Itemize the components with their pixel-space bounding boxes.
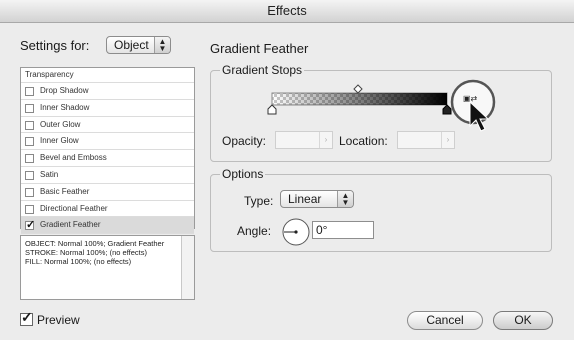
options-title: Options <box>220 167 266 181</box>
effect-checkbox[interactable] <box>25 204 34 214</box>
settings-for-popup[interactable]: Object ▲ ▼ <box>106 36 171 54</box>
effect-row-satin[interactable]: Satin <box>21 167 194 184</box>
effect-row-outer-glow[interactable]: Outer Glow <box>21 117 194 134</box>
summary-line: STROKE: Normal 100%; (no effects) <box>25 248 147 257</box>
effect-row-directional-feather[interactable]: Directional Feather <box>21 201 194 218</box>
type-popup[interactable]: Linear ▲ ▼ <box>280 190 354 208</box>
checkmark-icon: ✓ <box>26 219 36 232</box>
effect-row-drop-shadow[interactable]: Drop Shadow <box>21 83 194 100</box>
location-label: Location: <box>339 134 388 148</box>
panel-title: Gradient Feather <box>210 41 309 56</box>
effect-checkbox-checked[interactable]: ✓ <box>25 219 35 231</box>
location-field[interactable]: › <box>397 131 455 149</box>
effect-checkbox[interactable] <box>25 87 34 96</box>
effects-summary: OBJECT: Normal 100%; Gradient Feather ST… <box>20 235 195 300</box>
angle-input[interactable]: 0° <box>312 221 374 239</box>
gradient-stop-right-icon[interactable] <box>442 104 452 115</box>
effect-label: Drop Shadow <box>40 86 89 95</box>
effect-row-bevel-emboss[interactable]: Bevel and Emboss <box>21 150 194 167</box>
type-value: Linear <box>288 192 322 206</box>
effect-label: Basic Feather <box>40 186 90 196</box>
gradient-stops-title: Gradient Stops <box>220 63 305 77</box>
effect-checkbox[interactable] <box>25 103 34 113</box>
effect-checkbox[interactable] <box>25 137 34 147</box>
summary-scrollbar[interactable] <box>181 236 194 299</box>
effect-label: Bevel and Emboss <box>40 153 107 163</box>
opacity-field[interactable]: › <box>275 131 333 149</box>
summary-line: OBJECT: Normal 100%; Gradient Feather <box>25 239 165 248</box>
preview-checkbox[interactable]: ✓ Preview <box>20 309 80 327</box>
effect-label: Inner Glow <box>40 136 79 146</box>
opacity-label: Opacity: <box>222 134 267 148</box>
popup-arrows-icon: ▲ ▼ <box>154 37 170 53</box>
window-title: Effects <box>0 0 574 23</box>
settings-for-value: Object <box>114 38 149 52</box>
effect-checkbox[interactable] <box>25 187 34 197</box>
effect-checkbox[interactable] <box>25 120 34 130</box>
gradient-ramp-area: ▣⇄ <box>267 79 496 132</box>
preview-label: Preview <box>37 313 80 327</box>
effects-list-header[interactable]: Transparency <box>21 68 194 83</box>
gradient-stop-left-icon[interactable] <box>267 104 277 115</box>
effect-checkbox[interactable] <box>25 170 34 180</box>
settings-for-label: Settings for: <box>20 38 90 53</box>
effect-row-inner-glow[interactable]: Inner Glow <box>21 133 194 151</box>
gradient-ramp[interactable] <box>271 92 448 106</box>
location-stepper-icon[interactable]: › <box>441 132 454 148</box>
checkmark-icon: ✓ <box>21 309 33 325</box>
effect-row-basic-feather[interactable]: Basic Feather <box>21 184 194 201</box>
angle-dial-icon[interactable] <box>281 217 311 247</box>
effects-dialog: Effects Settings for: Object ▲ ▼ Transpar… <box>0 0 574 340</box>
effect-checkbox[interactable] <box>25 154 34 164</box>
popup-arrows-icon: ▲ ▼ <box>337 191 353 207</box>
effect-row-gradient-feather[interactable]: ✓ Gradient Feather <box>21 217 194 235</box>
options-group <box>210 174 552 252</box>
effect-label: Satin <box>40 169 59 179</box>
angle-label: Angle: <box>237 224 272 238</box>
effect-row-inner-shadow[interactable]: Inner Shadow <box>21 100 194 117</box>
effect-label: Gradient Feather <box>40 220 101 230</box>
midpoint-diamond-icon[interactable] <box>353 84 363 94</box>
cancel-button[interactable]: Cancel <box>407 311 483 330</box>
effects-list: Transparency Drop Shadow Inner Shadow Ou… <box>20 67 195 235</box>
ok-button[interactable]: OK <box>493 311 553 330</box>
effect-label: Directional Feather <box>40 203 108 213</box>
effect-label: Inner Shadow <box>40 102 90 112</box>
opacity-stepper-icon[interactable]: › <box>319 132 332 148</box>
effect-label: Outer Glow <box>40 119 81 129</box>
preview-check-box[interactable]: ✓ <box>20 309 33 326</box>
type-label: Type: <box>244 194 274 208</box>
summary-line: FILL: Normal 100%; (no effects) <box>25 257 132 266</box>
